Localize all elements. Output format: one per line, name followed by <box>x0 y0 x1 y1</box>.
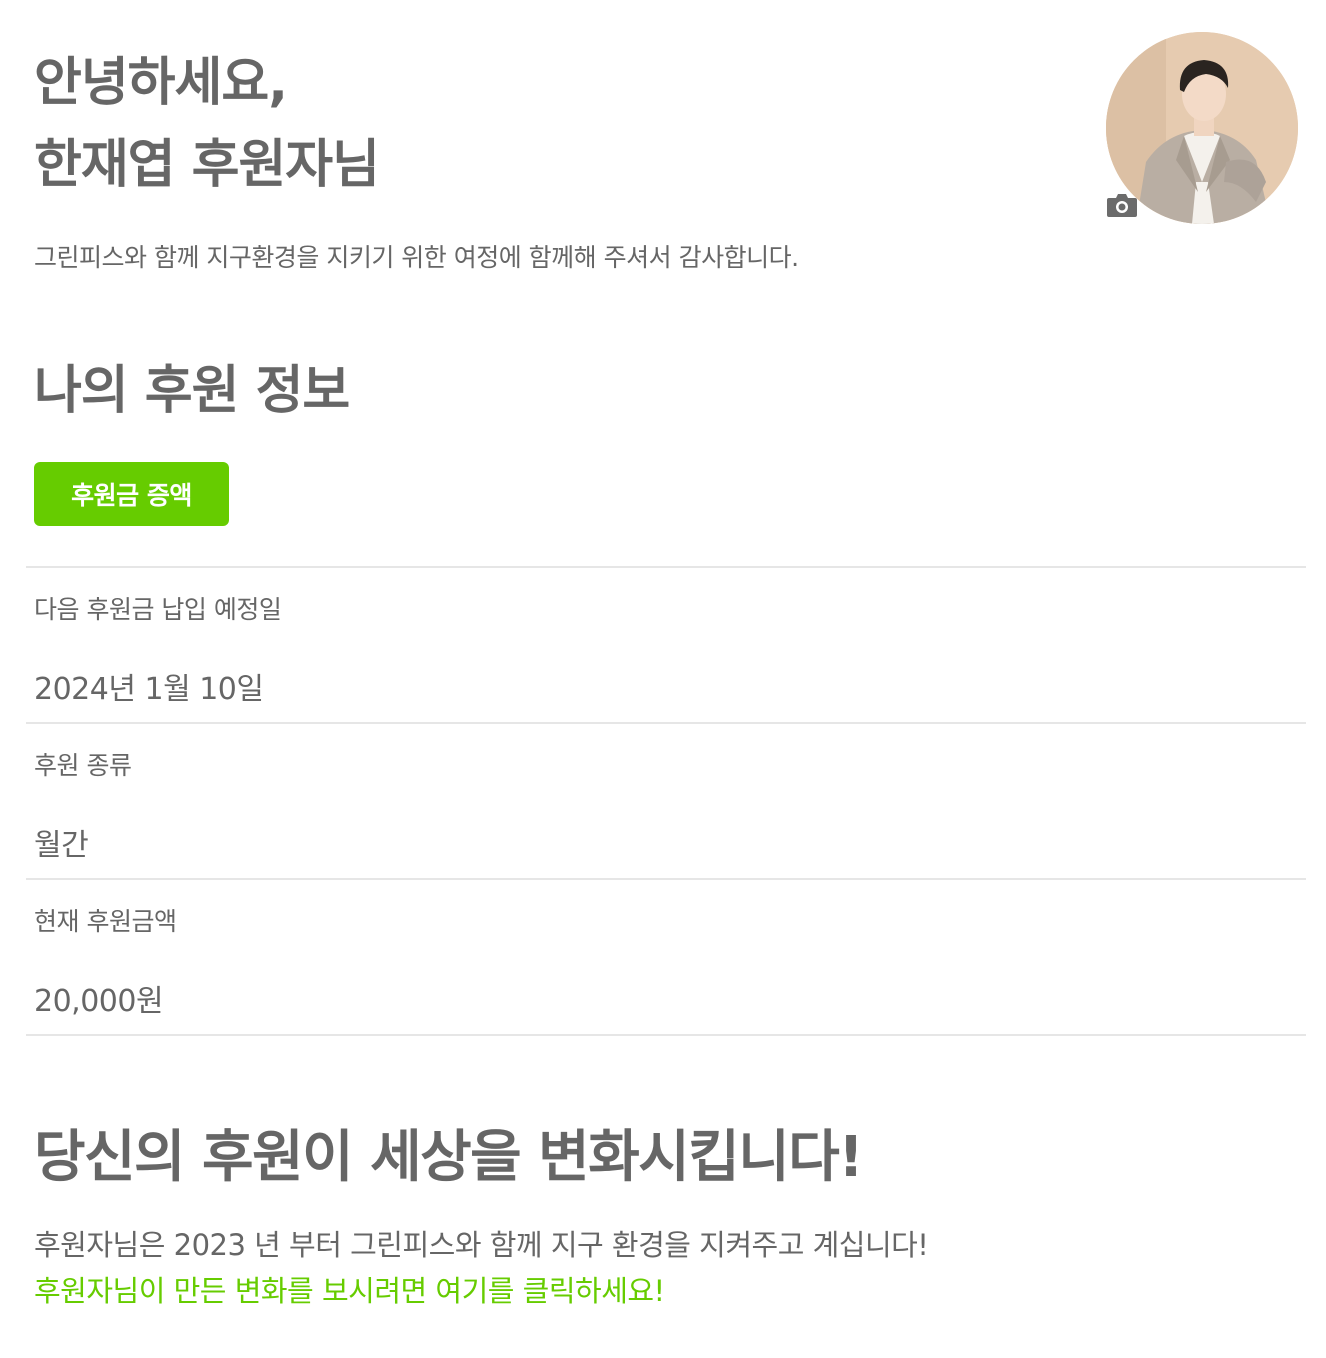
impact-title: 당신의 후원이 세상을 변화시킵니다! <box>34 1125 864 1190</box>
info-row-current-amount: 현재 후원금액 20,000원 <box>26 880 1306 1036</box>
current-amount-value: 20,000원 <box>34 984 164 1019</box>
donation-type-value: 월간 <box>34 828 89 863</box>
greeting-subtext: 그린피스와 함께 지구환경을 지키기 위한 여정에 함께해 주셔서 감사합니다. <box>34 243 799 272</box>
next-payment-value: 2024년 1월 10일 <box>34 672 264 707</box>
donor-page: 안녕하세요, 한재엽 후원자님 그린피스와 함께 지구환경을 지키기 위한 여정… <box>0 0 1326 1358</box>
info-row-donation-type: 후원 종류 월간 <box>26 724 1306 880</box>
camera-icon[interactable] <box>1105 190 1139 220</box>
current-amount-label: 현재 후원금액 <box>34 907 177 936</box>
donation-info-title: 나의 후원 정보 <box>34 361 350 421</box>
greeting-line-2: 한재엽 후원자님 <box>34 135 380 195</box>
donation-type-label: 후원 종류 <box>34 751 132 780</box>
impact-link[interactable]: 후원자님이 만든 변화를 보시려면 여기를 클릭하세요! <box>34 1268 665 1310</box>
donation-info-list: 다음 후원금 납입 예정일 2024년 1월 10일 후원 종류 월간 현재 후… <box>26 566 1306 1036</box>
info-row-next-payment: 다음 후원금 납입 예정일 2024년 1월 10일 <box>26 568 1306 724</box>
impact-text: 후원자님은 2023 년 부터 그린피스와 함께 지구 환경을 지켜주고 계십니… <box>34 1228 929 1262</box>
greeting-heading: 안녕하세요, 한재엽 후원자님 <box>34 42 380 206</box>
greeting-line-1: 안녕하세요, <box>34 53 288 113</box>
increase-donation-button[interactable]: 후원금 증액 <box>34 462 229 526</box>
next-payment-label: 다음 후원금 납입 예정일 <box>34 595 282 624</box>
